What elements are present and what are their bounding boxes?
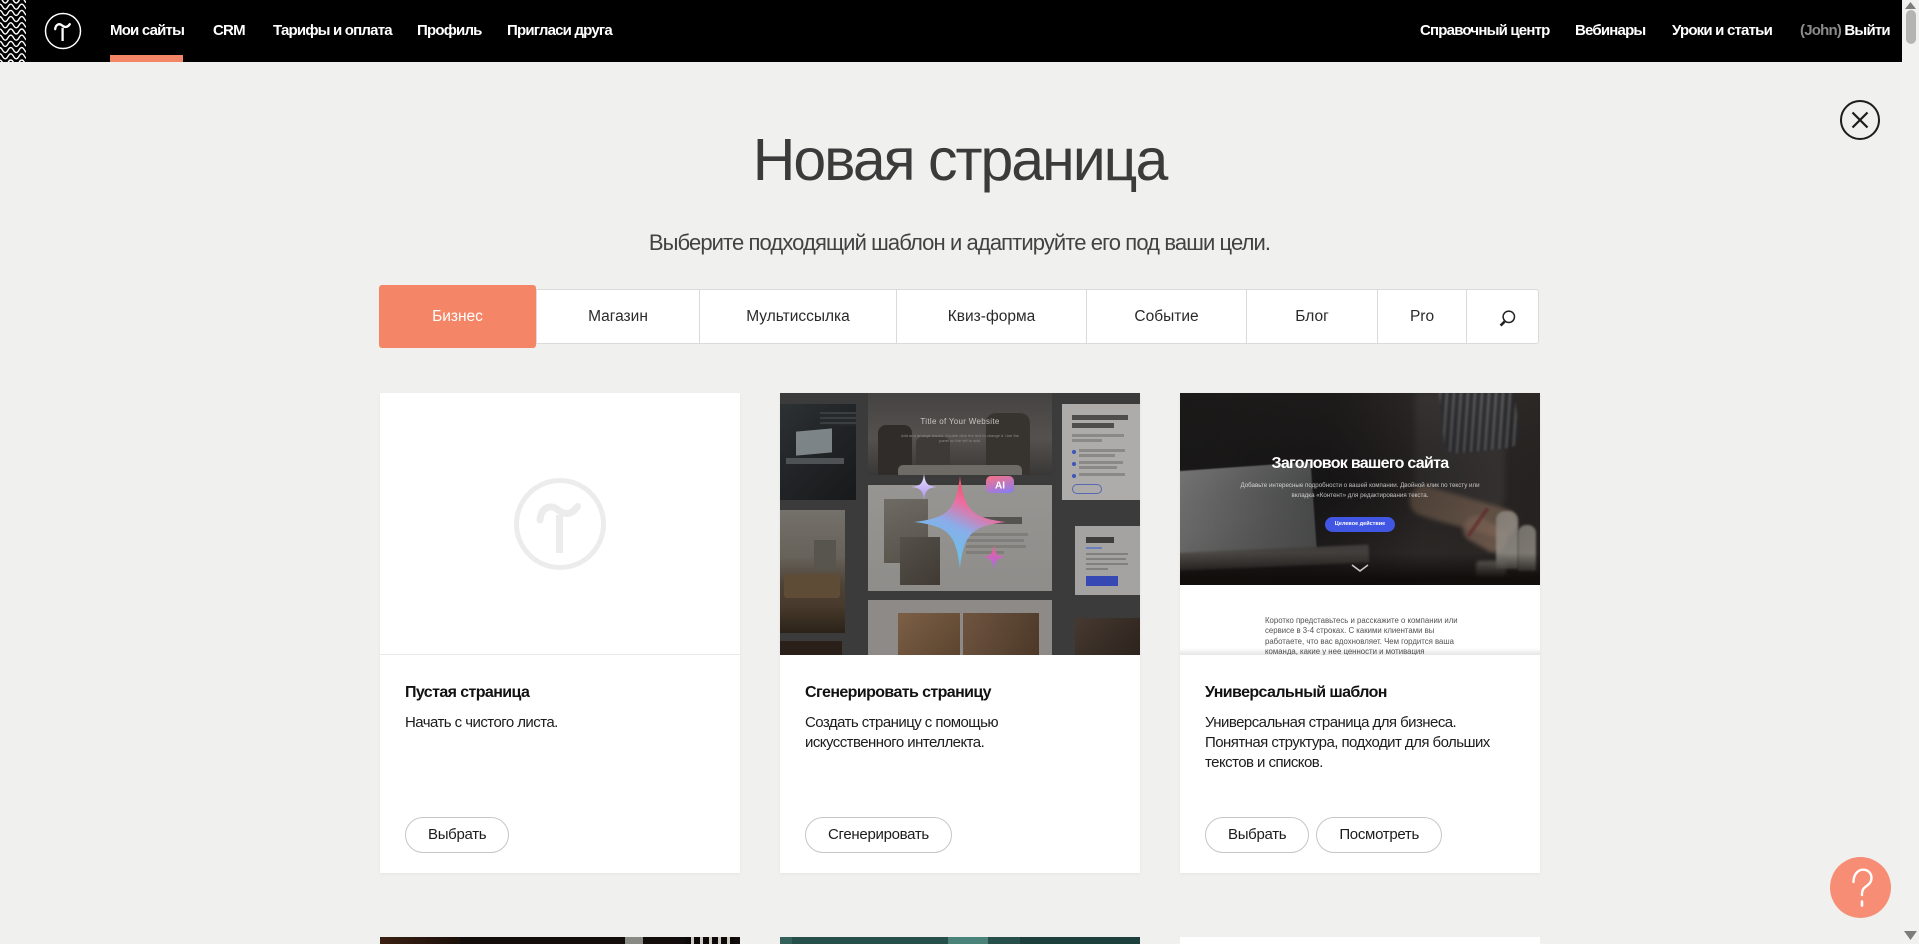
svg-text:AI: AI <box>995 481 1005 492</box>
